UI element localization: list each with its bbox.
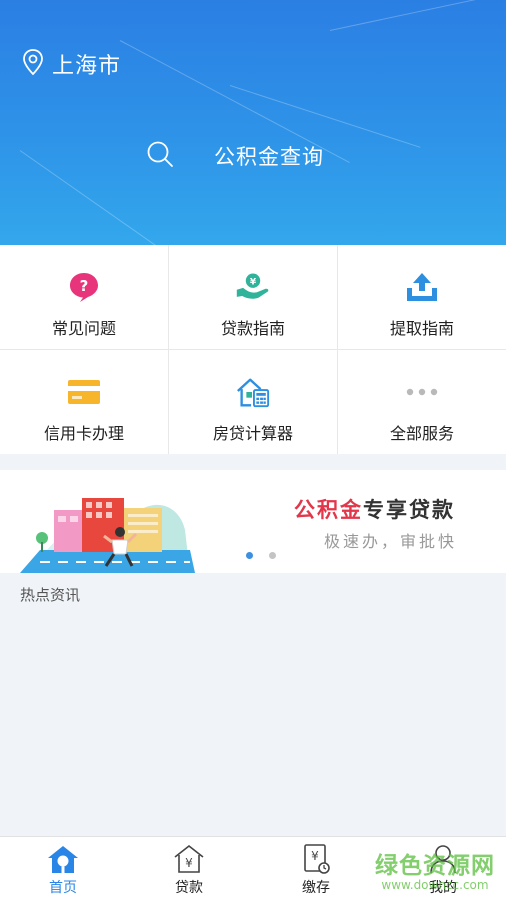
promo-banner[interactable]: 公积金专享贷款 极速办，审批快 xyxy=(0,470,506,573)
tab-label: 缴存 xyxy=(302,880,330,896)
search-button[interactable]: 公积金查询 xyxy=(146,140,324,172)
tab-mine[interactable]: 我的 xyxy=(380,837,506,901)
home-icon xyxy=(46,843,80,875)
svg-text:¥: ¥ xyxy=(311,849,319,863)
tab-label: 贷款 xyxy=(175,880,203,896)
service-credit-card[interactable]: 信用卡办理 xyxy=(0,350,168,454)
credit-card-icon xyxy=(66,374,102,410)
tab-deposit[interactable]: ¥ 缴存 xyxy=(253,837,379,901)
search-label: 公积金查询 xyxy=(214,145,324,169)
location-selector[interactable]: 上海市 xyxy=(22,48,121,80)
banner-page-dot-2[interactable] xyxy=(269,552,276,559)
header-banner: 上海市 公积金查询 xyxy=(0,0,506,245)
svg-text:¥: ¥ xyxy=(250,277,257,287)
location-pin-icon xyxy=(22,48,44,80)
service-grid: ? 常见问题 ¥ 贷款指南 提取指南 信用卡办理 房贷计算器 全部服务 xyxy=(0,245,506,454)
banner-page-dot-1[interactable] xyxy=(246,552,253,559)
service-label: 信用卡办理 xyxy=(43,424,124,443)
bottom-tab-bar: 首页 ¥ 贷款 ¥ 缴存 我的 xyxy=(0,836,506,901)
svg-text:?: ? xyxy=(80,277,89,295)
tab-label: 首页 xyxy=(49,880,77,896)
upload-tray-icon xyxy=(404,269,440,305)
service-withdraw-guide[interactable]: 提取指南 xyxy=(338,245,506,349)
svg-text:¥: ¥ xyxy=(185,856,193,870)
service-faq[interactable]: ? 常见问题 xyxy=(0,245,168,349)
loan-house-icon: ¥ xyxy=(172,843,206,875)
service-all[interactable]: 全部服务 xyxy=(338,350,506,454)
service-label: 房贷计算器 xyxy=(212,424,293,443)
more-dots-icon xyxy=(404,374,440,410)
money-hand-icon: ¥ xyxy=(235,269,271,305)
service-label: 全部服务 xyxy=(389,424,454,443)
tab-label: 我的 xyxy=(429,880,457,896)
user-icon xyxy=(426,843,460,875)
tab-loan[interactable]: ¥ 贷款 xyxy=(126,837,252,901)
service-label: 贷款指南 xyxy=(220,319,285,338)
banner-title: 公积金专享贷款 xyxy=(294,494,455,524)
question-bubble-icon: ? xyxy=(66,269,102,305)
house-calculator-icon xyxy=(235,374,271,410)
tab-home[interactable]: 首页 xyxy=(0,837,126,901)
banner-title-rest: 专享贷款 xyxy=(363,498,455,522)
banner-title-highlight: 公积金 xyxy=(294,498,363,522)
deposit-receipt-icon: ¥ xyxy=(299,843,333,875)
banner-subtitle: 极速办，审批快 xyxy=(324,532,458,551)
service-mortgage-calculator[interactable]: 房贷计算器 xyxy=(169,350,337,454)
news-section-title: 热点资讯 xyxy=(20,586,81,604)
location-label: 上海市 xyxy=(52,54,122,79)
service-label: 提取指南 xyxy=(389,319,454,338)
service-label: 常见问题 xyxy=(51,319,116,338)
banner-illustration xyxy=(20,470,200,573)
service-loan-guide[interactable]: ¥ 贷款指南 xyxy=(169,245,337,349)
search-icon xyxy=(146,140,174,172)
